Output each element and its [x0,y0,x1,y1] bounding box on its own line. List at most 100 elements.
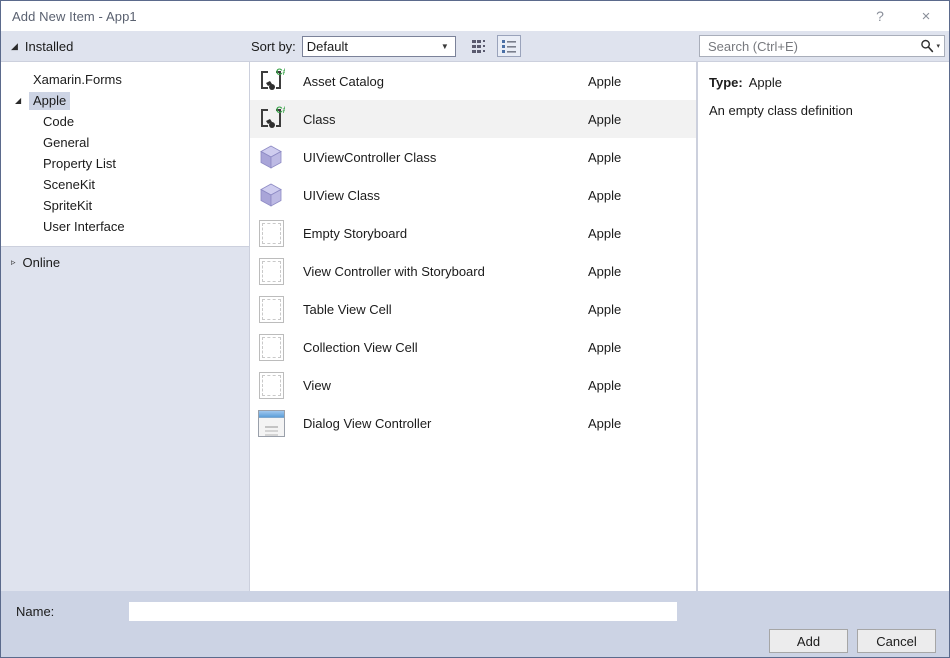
help-button[interactable]: ? [857,1,903,31]
name-row: Name: [1,591,949,625]
categories-pane: ◢ Installed Xamarin.Forms ◢ Apple Code G… [1,31,249,591]
list-item-origin: Apple [586,378,696,393]
close-button[interactable]: × [903,1,949,31]
list-item[interactable]: Empty Storyboard Apple [250,214,696,252]
list-item-origin: Apple [586,150,696,165]
list-item-name: UIViewController Class [303,150,586,165]
csharp-file-icon-glyph: C# [257,105,285,133]
list-item[interactable]: UIView Class Apple [250,176,696,214]
dialog-body: ◢ Installed Xamarin.Forms ◢ Apple Code G… [1,31,949,591]
details-type-label: Type: [709,75,743,90]
list-item-name: Asset Catalog [303,74,586,89]
list-item[interactable]: Dialog View Controller Apple [250,404,696,442]
group-installed-label: Installed [25,39,73,54]
search-bar: ▾ [697,31,949,61]
sort-by-label: Sort by: [251,39,296,54]
placeholder-icon [254,255,288,287]
list-item-name: Dialog View Controller [303,416,586,431]
placeholder-icon [254,369,288,401]
tree-item-label: Property List [39,155,120,173]
tree-item-xamarin-forms[interactable]: Xamarin.Forms [1,69,249,90]
chevron-down-icon: ◢ [11,42,18,51]
list-item[interactable]: View Apple [250,366,696,404]
title-bar: Add New Item - App1 ? × [1,1,949,31]
search-input[interactable] [706,38,917,55]
template-list[interactable]: C# Asset Catalog Apple C [249,61,697,591]
name-label: Name: [16,604,129,619]
sort-by-select[interactable]: Default ▼ [302,36,456,57]
list-item-origin: Apple [586,112,696,127]
tree-item-spritekit[interactable]: SpriteKit [1,195,249,216]
tree-item-general[interactable]: General [1,132,249,153]
tree-item-label: User Interface [39,218,129,236]
cube-icon [254,179,288,211]
search-icon-group[interactable]: ▾ [917,39,940,53]
details-panel: Type:Apple An empty class definition [697,61,949,591]
tree-item-label: Code [39,113,78,131]
tree-item-user-interface[interactable]: User Interface [1,216,249,237]
placeholder-icon [254,217,288,249]
list-item-origin: Apple [586,340,696,355]
csharp-file-icon-glyph: C# [257,67,285,95]
chevron-down-icon: ▼ [441,42,449,51]
tiles-view-button[interactable] [468,35,492,57]
details-pane: ▾ Type:Apple An empty class definition [697,31,949,591]
svg-text:C#: C# [276,67,285,77]
search-box[interactable]: ▾ [699,35,945,57]
csharp-file-icon: C# [254,65,288,97]
tree-item-property-list[interactable]: Property List [1,153,249,174]
cancel-button[interactable]: Cancel [857,629,936,653]
placeholder-icon [254,293,288,325]
list-view-icon [501,39,517,53]
list-item-name: Class [303,112,586,127]
chevron-right-icon: ▹ [11,258,16,267]
tree-item-label: Apple [29,92,70,110]
chevron-down-icon[interactable]: ▾ [936,42,940,50]
group-online-label: Online [23,255,61,270]
templates-pane: Sort by: Default ▼ [249,31,697,591]
list-item-origin: Apple [586,302,696,317]
details-description: An empty class definition [709,102,938,121]
group-online[interactable]: ▹ Online [1,247,249,277]
tree-item-label: General [39,134,93,152]
details-type-row: Type:Apple [709,75,938,90]
tree-item-apple[interactable]: ◢ Apple [1,90,249,111]
list-item-origin: Apple [586,264,696,279]
view-toggle-group [468,35,521,57]
list-view-button[interactable] [497,35,521,57]
list-item-name: View Controller with Storyboard [303,264,586,279]
list-item-origin: Apple [586,74,696,89]
cube-icon [254,141,288,173]
list-item[interactable]: Collection View Cell Apple [250,328,696,366]
list-item[interactable]: C# Class Apple [250,100,696,138]
list-item[interactable]: Table View Cell Apple [250,290,696,328]
group-installed[interactable]: ◢ Installed [1,31,249,61]
add-new-item-dialog: Add New Item - App1 ? × ◢ Installed Xama… [0,0,950,658]
window-icon [254,407,288,439]
tree-item-label: SceneKit [39,176,99,194]
dialog-footer: Name: Add Cancel [1,591,949,657]
list-item-name: Empty Storyboard [303,226,586,241]
categories-spacer [1,277,249,591]
list-item-origin: Apple [586,416,696,431]
dialog-buttons: Add Cancel [1,625,949,657]
tree-item-code[interactable]: Code [1,111,249,132]
name-input[interactable] [129,602,677,621]
tree-item-scenekit[interactable]: SceneKit [1,174,249,195]
tree-twisty-icon[interactable]: ◢ [15,96,29,105]
list-item[interactable]: UIViewController Class Apple [250,138,696,176]
list-item-origin: Apple [586,188,696,203]
cube-icon-glyph [258,144,284,170]
csharp-file-icon: C# [254,103,288,135]
list-toolbar: Sort by: Default ▼ [249,31,697,61]
placeholder-icon [254,331,288,363]
cube-icon-glyph [258,182,284,208]
list-item-name: UIView Class [303,188,586,203]
list-item[interactable]: C# Asset Catalog Apple [250,62,696,100]
list-item[interactable]: View Controller with Storyboard Apple [250,252,696,290]
list-item-name: Table View Cell [303,302,586,317]
svg-text:C#: C# [276,105,285,115]
add-button[interactable]: Add [769,629,848,653]
list-item-origin: Apple [586,226,696,241]
tree-item-label: SpriteKit [39,197,96,215]
